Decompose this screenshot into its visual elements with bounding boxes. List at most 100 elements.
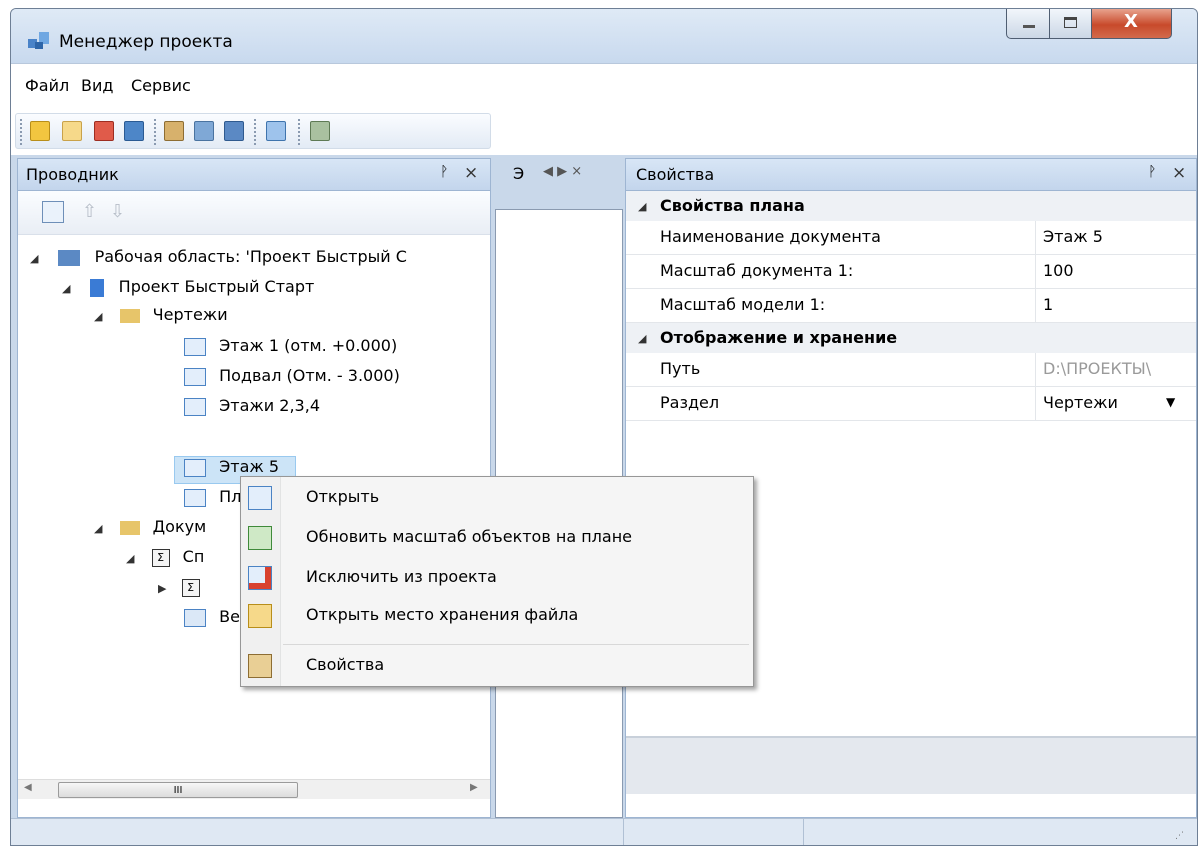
- tree-item-label: Ве: [219, 607, 240, 626]
- property-name: Масштаб модели 1:: [660, 295, 826, 314]
- tree-item-plan[interactable]: Пл: [184, 487, 241, 515]
- toolbar-grip: [298, 119, 301, 145]
- open-folder-icon[interactable]: [62, 121, 82, 141]
- horizontal-scrollbar[interactable]: ◀ III ▶: [18, 779, 490, 799]
- menu-item-open-location[interactable]: Открыть место хранения файла: [243, 597, 751, 635]
- property-value[interactable]: D:\ПРОЕКТЫ\: [1043, 359, 1151, 378]
- close-project-icon[interactable]: [94, 121, 114, 141]
- collapse-icon[interactable]: ◢: [638, 200, 646, 213]
- column-divider: [1035, 221, 1036, 255]
- collapse-icon[interactable]: ◢: [94, 522, 102, 535]
- collapse-icon[interactable]: ◢: [30, 252, 38, 265]
- new-project-icon[interactable]: [30, 121, 50, 141]
- drawing-icon: [184, 337, 206, 356]
- menu-item-label: Обновить масштаб объектов на плане: [306, 527, 633, 546]
- explorer-header: Проводник ᚹ ×: [17, 158, 491, 191]
- menu-item-exclude[interactable]: Исключить из проекта: [243, 559, 751, 597]
- project-manager-icon: [28, 32, 49, 49]
- tree-view-icon[interactable]: [42, 201, 64, 223]
- tree-item-documents[interactable]: ◢ Докум: [94, 517, 206, 545]
- drawing-icon: [184, 458, 206, 477]
- title-bar[interactable]: Менеджер проекта X: [11, 9, 1197, 63]
- scroll-left-icon[interactable]: ◀: [24, 782, 32, 793]
- collapse-icon[interactable]: ◢: [62, 282, 70, 295]
- collapse-icon[interactable]: ◢: [638, 332, 646, 345]
- tree-item-floors234[interactable]: Этажи 2,3,4: [184, 396, 320, 424]
- tree-item-project[interactable]: ◢ Проект Быстрый Старт: [62, 277, 314, 305]
- refresh-scale-icon: [248, 526, 272, 550]
- pin-icon[interactable]: ᚹ: [440, 164, 448, 180]
- spec-icon: Σ: [181, 578, 200, 597]
- description-area: [626, 736, 1196, 794]
- properties-title: Свойства: [636, 165, 715, 184]
- tree-item-floor1[interactable]: Этаж 1 (отм. +0.000): [184, 336, 397, 364]
- property-name: Наименование документа: [660, 227, 881, 246]
- tree-item-workspace[interactable]: ◢ Рабочая область: 'Проект Быстрый С: [30, 247, 407, 275]
- property-row[interactable]: Наименование документа Этаж 5: [626, 221, 1196, 255]
- tab-nav-icons[interactable]: ◀ ▶ ×: [543, 164, 582, 179]
- settings-icon[interactable]: [194, 121, 214, 141]
- property-row[interactable]: Путь D:\ПРОЕКТЫ\: [626, 353, 1196, 387]
- collapse-icon[interactable]: ◢: [94, 310, 102, 323]
- property-name: Путь: [660, 359, 701, 378]
- explorer-title: Проводник: [26, 165, 119, 184]
- open-plan-icon: [248, 486, 272, 510]
- property-value[interactable]: 100: [1043, 261, 1074, 280]
- tree-item-table[interactable]: Ве: [184, 607, 240, 635]
- minimize-icon: [1023, 25, 1035, 28]
- add-file-icon[interactable]: [310, 121, 330, 141]
- structure-icon[interactable]: [266, 121, 286, 141]
- menu-item-refresh-scale[interactable]: Обновить масштаб объектов на плане: [243, 519, 751, 557]
- resize-grip-icon[interactable]: ⋰: [1175, 831, 1184, 841]
- panel-close-icon[interactable]: ×: [464, 163, 478, 183]
- workspace-icon[interactable]: [224, 121, 244, 141]
- close-button[interactable]: X: [1092, 9, 1172, 39]
- document-tab-strip: Э ◀ ▶ ×: [495, 158, 623, 191]
- document-tab[interactable]: Э: [513, 164, 524, 183]
- collapse-icon[interactable]: ◢: [126, 552, 134, 565]
- table-icon: [184, 608, 206, 627]
- category-label: Отображение и хранение: [660, 328, 898, 347]
- toolbar-strip: [11, 109, 1197, 155]
- open-location-icon: [248, 604, 272, 628]
- scroll-right-icon[interactable]: ▶: [470, 782, 478, 793]
- maximize-button[interactable]: [1050, 9, 1092, 39]
- toolbar-grip[interactable]: [20, 119, 23, 145]
- category-plan-properties[interactable]: ◢ Свойства плана: [626, 191, 1196, 221]
- scroll-thumb[interactable]: III: [58, 782, 298, 798]
- tree-item-drawings[interactable]: ◢ Чертежи: [94, 305, 228, 333]
- column-divider: [1035, 387, 1036, 421]
- properties-icon[interactable]: [164, 121, 184, 141]
- tree-item-spec[interactable]: ◢ Σ Сп: [126, 547, 204, 575]
- property-row[interactable]: Раздел Чертежи ▼: [626, 387, 1196, 421]
- menu-view[interactable]: Вид: [81, 76, 113, 95]
- menu-item-open[interactable]: Открыть: [243, 479, 751, 517]
- menu-item-properties[interactable]: Свойства: [243, 647, 751, 685]
- column-divider: [1035, 289, 1036, 323]
- tree-item-spec-child[interactable]: ▶ Σ: [158, 577, 208, 605]
- menu-service[interactable]: Сервис: [131, 76, 191, 95]
- property-value[interactable]: 1: [1043, 295, 1053, 314]
- category-display-storage[interactable]: ◢ Отображение и хранение: [626, 323, 1196, 353]
- property-row[interactable]: Масштаб модели 1: 1: [626, 289, 1196, 323]
- property-value[interactable]: Чертежи: [1043, 393, 1118, 412]
- property-row[interactable]: Масштаб документа 1: 100: [626, 255, 1196, 289]
- dropdown-arrow-icon[interactable]: ▼: [1166, 395, 1175, 409]
- tree-item-label: Чертежи: [152, 305, 228, 324]
- property-name: Масштаб документа 1:: [660, 261, 854, 280]
- menu-file[interactable]: Файл: [25, 76, 69, 95]
- pin-icon[interactable]: ᚹ: [1148, 164, 1156, 180]
- minimize-button[interactable]: [1006, 9, 1050, 39]
- move-down-icon[interactable]: ⇩: [110, 201, 125, 222]
- context-menu: Открыть Обновить масштаб объектов на пла…: [240, 476, 754, 687]
- menu-item-label: Открыть: [306, 487, 380, 506]
- project-icon: [89, 278, 104, 297]
- save-icon[interactable]: [124, 121, 144, 141]
- property-value[interactable]: Этаж 5: [1043, 227, 1103, 246]
- tree-item-basement[interactable]: Подвал (Отм. - 3.000): [184, 366, 400, 394]
- move-up-icon[interactable]: ⇧: [82, 201, 97, 222]
- tree-item-label: Сп: [182, 547, 205, 566]
- panel-close-icon[interactable]: ×: [1172, 163, 1186, 183]
- expand-icon[interactable]: ▶: [158, 582, 166, 595]
- maximize-icon: [1064, 17, 1077, 28]
